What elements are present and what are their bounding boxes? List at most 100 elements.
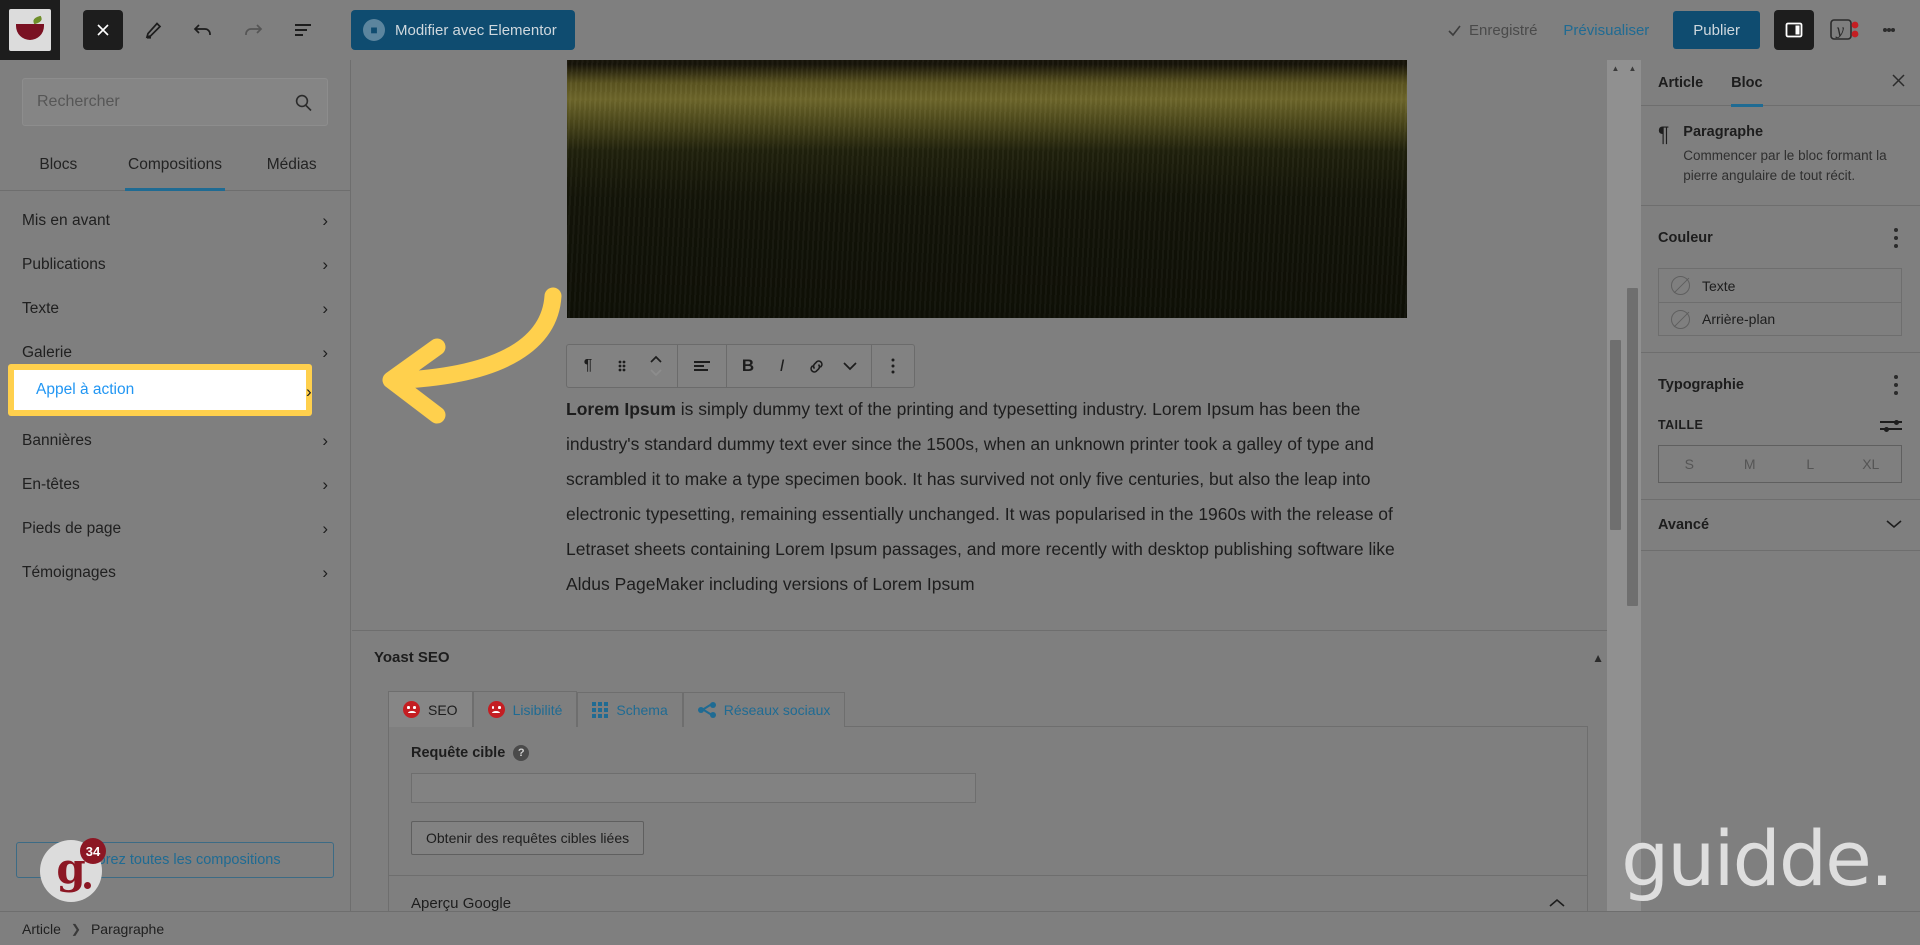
category-bannieres[interactable]: Bannières › xyxy=(22,419,328,463)
close-icon[interactable] xyxy=(1891,72,1906,93)
font-size-button-group: S M L XL xyxy=(1658,445,1902,484)
font-size-l[interactable]: L xyxy=(1780,446,1841,482)
color-option-label: Texte xyxy=(1702,277,1736,294)
color-option-texte[interactable]: Texte xyxy=(1659,269,1901,302)
yoast-tab-label: Réseaux sociaux xyxy=(723,702,831,718)
breadcrumb-item-paragraphe[interactable]: Paragraphe xyxy=(91,921,164,937)
chevron-down-icon xyxy=(1886,516,1902,534)
move-up-down-icon[interactable] xyxy=(639,345,673,387)
site-logo-button[interactable] xyxy=(0,0,60,60)
drag-handle-icon[interactable] xyxy=(605,345,639,387)
help-icon[interactable]: ? xyxy=(513,745,530,761)
more-options-icon[interactable] xyxy=(1890,369,1902,401)
category-label: Galerie xyxy=(22,344,72,361)
search-icon xyxy=(295,94,312,111)
tab-compositions[interactable]: Compositions xyxy=(117,142,234,190)
category-pieds-de-page[interactable]: Pieds de page › xyxy=(22,507,328,551)
block-card-text: Paragraphe Commencer par le bloc formant… xyxy=(1683,124,1902,185)
canvas-scrollbar-thumb[interactable] xyxy=(1610,340,1621,530)
tab-bloc[interactable]: Bloc xyxy=(1731,60,1763,107)
yoast-seo-icon[interactable]: y xyxy=(1830,17,1860,43)
saved-label: Enregistré xyxy=(1469,21,1538,39)
edit-with-elementor-button[interactable]: ■ Modifier avec Elementor xyxy=(351,10,575,50)
yoast-tab-schema[interactable]: Schema xyxy=(577,692,683,727)
undo-icon[interactable] xyxy=(183,10,223,50)
tab-blocs[interactable]: Blocs xyxy=(0,142,117,190)
paragraph-type-icon[interactable]: ¶ xyxy=(571,345,605,387)
color-section-title: Couleur xyxy=(1658,230,1713,247)
color-option-list: Texte Arrière-plan xyxy=(1658,268,1902,337)
block-card-description: Commencer par le bloc formant la pierre … xyxy=(1683,148,1887,183)
saved-status: Enregistré xyxy=(1447,22,1537,39)
font-size-label: TAILLE xyxy=(1658,418,1704,433)
category-en-tetes[interactable]: En-têtes › xyxy=(22,463,328,507)
font-size-xl[interactable]: XL xyxy=(1841,446,1902,482)
yoast-tab-lisibilite[interactable]: Lisibilité xyxy=(472,691,578,727)
get-related-keyphrases-button[interactable]: Obtenir des requêtes cibles liées xyxy=(411,821,645,855)
search-box[interactable] xyxy=(22,78,328,126)
sidebar-toggle-icon[interactable] xyxy=(1774,10,1814,50)
more-options-icon[interactable] xyxy=(1872,10,1906,50)
category-publications[interactable]: Publications › xyxy=(22,243,328,287)
no-color-swatch-icon xyxy=(1671,309,1690,329)
category-mis-en-avant[interactable]: Mis en avant › xyxy=(22,199,328,243)
text-align-icon[interactable] xyxy=(682,345,722,387)
more-options-icon[interactable] xyxy=(1890,222,1902,254)
redo-icon[interactable] xyxy=(233,10,273,50)
chevron-right-icon: › xyxy=(322,299,328,318)
yoast-tab-reseaux-sociaux[interactable]: Réseaux sociaux xyxy=(682,692,846,727)
category-texte[interactable]: Texte › xyxy=(22,287,328,331)
more-options-icon[interactable] xyxy=(876,345,910,387)
keyphrase-input[interactable] xyxy=(411,773,976,803)
page-scrollbar-thumb[interactable] xyxy=(1627,288,1638,606)
italic-icon[interactable]: I xyxy=(765,345,799,387)
font-size-s[interactable]: S xyxy=(1659,446,1720,482)
document-outline-icon[interactable] xyxy=(283,10,323,50)
sliders-icon[interactable] xyxy=(1880,417,1902,433)
chevron-right-icon: › xyxy=(322,211,328,230)
advanced-section-title: Avancé xyxy=(1658,517,1710,534)
check-icon xyxy=(1448,25,1461,36)
block-toolbar: ¶ B I xyxy=(566,344,915,388)
close-icon[interactable] xyxy=(83,10,123,50)
scroll-up-arrow-icon[interactable]: ▲ xyxy=(1624,60,1641,77)
font-size-m[interactable]: M xyxy=(1720,446,1781,482)
yoast-title: Yoast SEO xyxy=(374,649,450,666)
preview-button[interactable]: Prévisualiser xyxy=(1563,22,1649,39)
tab-article[interactable]: Article xyxy=(1658,60,1703,106)
chevron-right-icon: › xyxy=(322,431,328,450)
editor-canvas: ¶ B I Lorem Ipsum is simply dummy text o… xyxy=(352,60,1624,928)
typography-section: Typographie TAILLE S M L XL xyxy=(1640,353,1920,501)
typography-section-title: Typographie xyxy=(1658,377,1744,394)
chevron-right-icon: › xyxy=(322,563,328,582)
guidde-avatar-badge[interactable]: g 34 xyxy=(40,838,106,902)
page-scrollbar-track[interactable]: ▲ ▼ xyxy=(1624,60,1641,928)
tab-medias[interactable]: Médias xyxy=(233,142,350,190)
block-card: ¶ Paragraphe Commencer par le bloc forma… xyxy=(1640,106,1920,207)
search-input[interactable] xyxy=(37,93,294,111)
publish-button[interactable]: Publier xyxy=(1673,11,1760,49)
top-toolbar-right: Enregistré Prévisualiser Publier y xyxy=(1447,10,1920,50)
chevron-right-icon: ❯ xyxy=(70,921,81,936)
advanced-section[interactable]: Avancé xyxy=(1640,500,1920,552)
pencil-icon[interactable] xyxy=(133,10,173,50)
breadcrumb-item-article[interactable]: Article xyxy=(22,921,61,937)
yoast-tab-seo[interactable]: SEO xyxy=(388,691,473,727)
highlight-box-appel-a-action: Appel à action xyxy=(8,364,312,416)
color-option-arriere-plan[interactable]: Arrière-plan xyxy=(1659,302,1901,335)
bold-icon[interactable]: B xyxy=(731,345,765,387)
chevron-down-icon[interactable] xyxy=(833,345,867,387)
scroll-up-arrow-icon[interactable]: ▲ xyxy=(1607,60,1624,77)
paragraph-block[interactable]: Lorem Ipsum is simply dummy text of the … xyxy=(566,392,1396,602)
elementor-icon: ■ xyxy=(363,19,385,41)
category-temoignages[interactable]: Témoignages › xyxy=(22,551,328,595)
settings-tab-list: Article Bloc xyxy=(1640,60,1920,107)
category-appel-a-action[interactable]: Appel à action xyxy=(14,370,306,410)
link-icon[interactable] xyxy=(799,345,833,387)
category-label: Mis en avant xyxy=(22,212,110,229)
category-label: Témoignages xyxy=(22,564,116,581)
featured-image[interactable] xyxy=(567,60,1407,318)
paragraph-lead-text: Lorem Ipsum xyxy=(566,399,676,419)
canvas-scrollbar-track[interactable]: ▲ ▼ xyxy=(1607,60,1624,928)
category-label: En-têtes xyxy=(22,476,80,493)
